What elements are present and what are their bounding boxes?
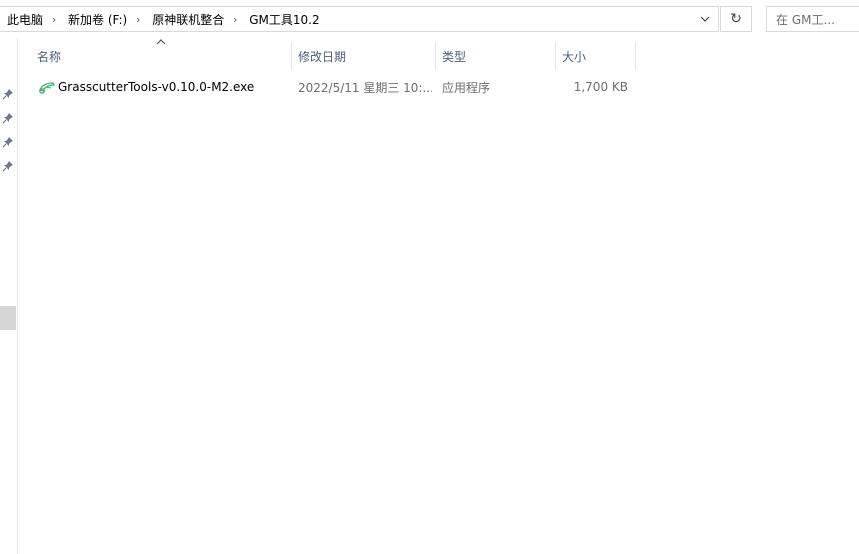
breadcrumb-item-current[interactable]: GM工具10.2: [242, 7, 319, 31]
column-divider[interactable]: [291, 42, 292, 70]
file-name: GrasscutterTools-v0.10.0-M2.exe: [58, 80, 255, 94]
breadcrumb-label: 此电脑: [7, 12, 44, 27]
breadcrumb-label: 新加卷 (F:): [68, 12, 128, 27]
file-date: 2022/5/11 星期三 10:...: [298, 80, 432, 95]
column-header-name[interactable]: 名称: [37, 42, 291, 70]
address-bar-row: 此电脑 › 新加卷 (F:) › 原神联机整合 › GM工具10.2 ↻ 在 G…: [0, 0, 859, 38]
refresh-button[interactable]: ↻: [720, 6, 752, 32]
column-header-date[interactable]: 修改日期: [298, 42, 434, 70]
breadcrumb-item-folder[interactable]: 原神联机整合 ›: [145, 7, 242, 31]
file-size: 1,700 KB: [573, 80, 628, 94]
chevron-right-icon[interactable]: ›: [228, 13, 242, 26]
column-divider[interactable]: [435, 42, 436, 70]
file-row[interactable]: GrasscutterTools-v0.10.0-M2.exe 2022/5/1…: [30, 76, 638, 98]
pin-icon[interactable]: [2, 160, 14, 172]
chevron-right-icon[interactable]: ›: [47, 13, 61, 26]
pin-icon[interactable]: [2, 88, 14, 100]
refresh-icon: ↻: [730, 11, 742, 27]
column-header-type[interactable]: 类型: [442, 42, 554, 70]
breadcrumb-label: 原神联机整合: [152, 12, 225, 27]
chevron-down-icon[interactable]: [691, 7, 718, 31]
chevron-right-icon[interactable]: ›: [131, 13, 145, 26]
scrollbar-thumb[interactable]: [0, 306, 16, 330]
pin-icon[interactable]: [2, 112, 14, 124]
pin-icon[interactable]: [2, 136, 14, 148]
column-header-label: 修改日期: [298, 49, 347, 64]
column-header-label: 名称: [37, 49, 62, 64]
column-divider[interactable]: [635, 42, 636, 70]
address-bar[interactable]: 此电脑 › 新加卷 (F:) › 原神联机整合 › GM工具10.2: [0, 6, 719, 32]
column-header-label: 大小: [562, 49, 587, 64]
column-header-size[interactable]: 大小: [562, 42, 634, 70]
navigation-pane: [0, 38, 18, 554]
breadcrumb-label: GM工具10.2: [249, 12, 320, 27]
column-header-label: 类型: [442, 49, 467, 64]
grasscutter-app-icon: [39, 82, 56, 94]
breadcrumb-item-this-pc[interactable]: 此电脑 ›: [0, 7, 61, 31]
breadcrumb-item-drive[interactable]: 新加卷 (F:) ›: [61, 7, 145, 31]
search-placeholder: 在 GM工...: [776, 12, 835, 27]
file-type: 应用程序: [442, 80, 491, 95]
column-divider[interactable]: [555, 42, 556, 70]
search-input[interactable]: 在 GM工...: [766, 6, 859, 32]
